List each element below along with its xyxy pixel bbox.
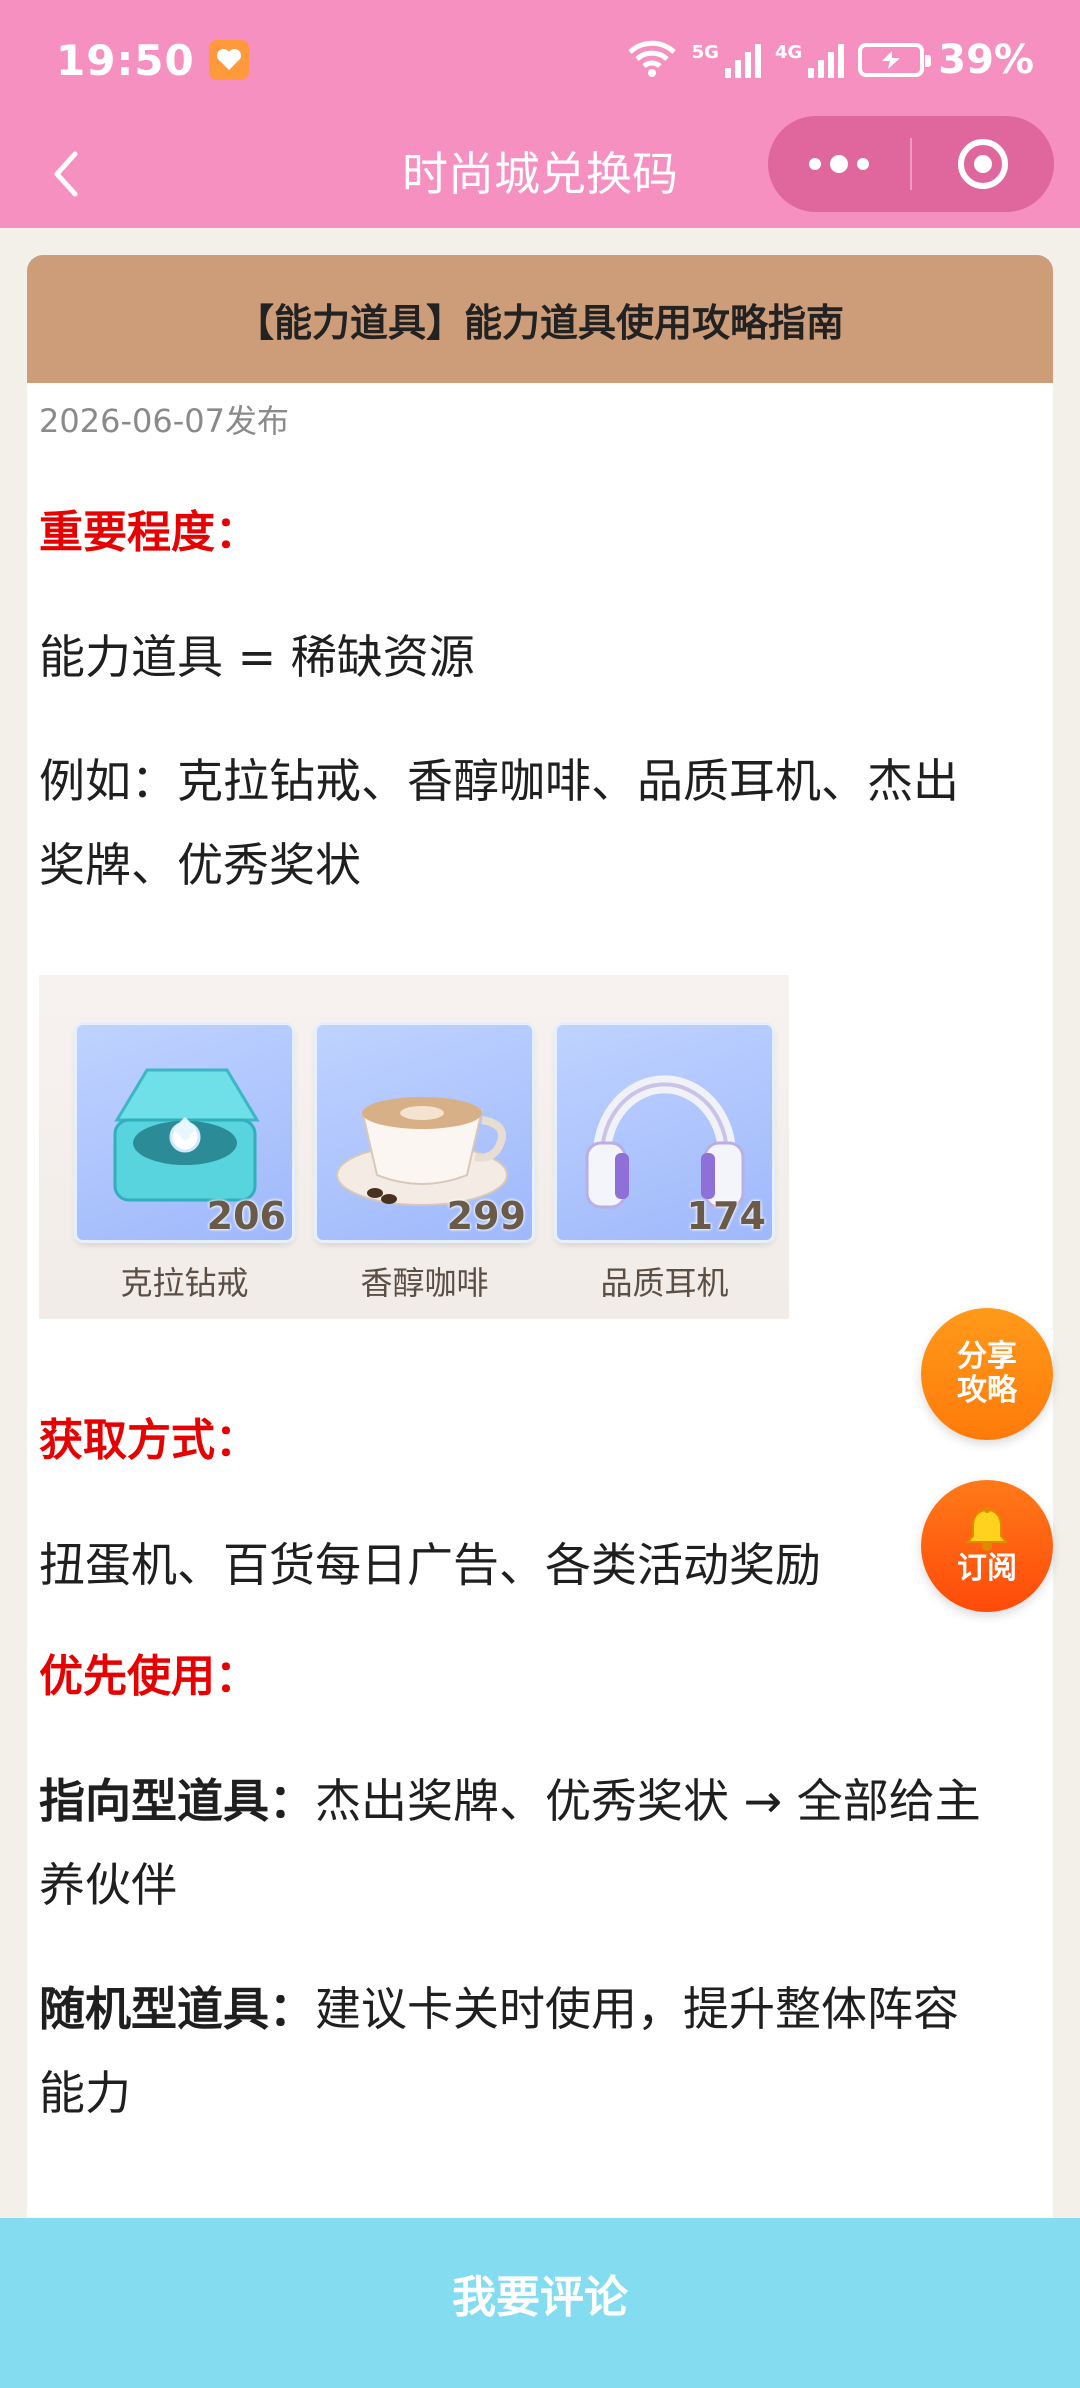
- status-bar: 19:50 5G 4G 39%: [0, 0, 1080, 120]
- section-priority-heading: 优先使用：: [39, 1651, 259, 1702]
- network-5g-label: 5G: [691, 42, 719, 63]
- directed-item-label: 指向型道具：: [39, 1774, 315, 1828]
- headphones-icon: 174: [557, 1025, 772, 1240]
- items-image: 206 克拉钻戒 299 香醇咖啡 174 品质耳机: [39, 975, 789, 1319]
- back-button[interactable]: [34, 142, 98, 206]
- signal-5g-icon: 5G: [692, 42, 761, 78]
- item-count: 299: [446, 1194, 526, 1238]
- share-guide-button[interactable]: 分享 攻略: [921, 1308, 1053, 1440]
- section-acquire-heading: 获取方式：: [39, 1415, 259, 1466]
- status-right: 5G 4G 39%: [626, 37, 1034, 83]
- item-count: 174: [686, 1194, 766, 1238]
- section-importance-heading: 重要程度：: [39, 507, 259, 558]
- subscribe-label: 订阅: [957, 1551, 1017, 1586]
- importance-line-2: 例如：克拉钻戒、香醇咖啡、品质耳机、杰出奖牌、优秀奖状: [39, 754, 959, 892]
- directed-item-paragraph: 指向型道具：杰出奖牌、优秀奖状 → 全部给主养伙伴: [39, 1759, 1041, 1927]
- subscribe-button[interactable]: 订阅: [921, 1480, 1053, 1612]
- more-button[interactable]: [768, 116, 910, 212]
- target-icon: [957, 139, 1008, 189]
- signal-4g-icon: 4G: [774, 42, 845, 78]
- item-name: 克拉钻戒: [120, 1264, 249, 1302]
- importance-line-1: 能力道具 = 稀缺资源: [39, 630, 475, 684]
- random-item-label: 随机型道具：: [39, 1982, 315, 2036]
- notification-heart-icon: [208, 40, 249, 80]
- share-label-line-1: 分享: [957, 1339, 1017, 1374]
- item-name: 品质耳机: [600, 1264, 729, 1302]
- more-dots-icon: [809, 155, 869, 173]
- random-item-paragraph: 随机型道具：建议卡关时使用，提升整体阵容能力: [39, 1967, 1041, 2135]
- wifi-icon: [626, 38, 678, 82]
- coffee-cup-icon: 299: [317, 1025, 532, 1240]
- publish-date: 2026-06-07发布: [39, 402, 289, 440]
- battery-percent: 39%: [938, 37, 1034, 83]
- article-body: 2026-06-07发布 重要程度： 能力道具 = 稀缺资源 例如：克拉钻戒、香…: [27, 383, 1053, 2135]
- item-card: 299 香醇咖啡: [317, 1025, 532, 1304]
- share-label-line-2: 攻略: [957, 1373, 1017, 1408]
- status-left: 19:50: [56, 36, 249, 85]
- mini-program-capsule: [768, 116, 1054, 212]
- close-mini-program-button[interactable]: [912, 116, 1054, 212]
- acquire-line-1: 扭蛋机、百货每日广告、各类活动奖励: [39, 1538, 821, 1592]
- comment-button[interactable]: 我要评论: [0, 2218, 1080, 2388]
- network-4g-label: 4G: [774, 42, 803, 63]
- article-card: 【能力道具】能力道具使用攻略指南 2026-06-07发布 重要程度： 能力道具…: [27, 255, 1053, 2255]
- item-count: 206: [206, 1194, 286, 1238]
- article-title: 【能力道具】能力道具使用攻略指南: [27, 255, 1053, 383]
- bell-icon: [965, 1507, 1009, 1551]
- item-card: 174 品质耳机: [557, 1025, 772, 1304]
- diamond-ring-icon: 206: [77, 1025, 292, 1240]
- item-name: 香醇咖啡: [360, 1264, 489, 1302]
- battery-icon: [858, 43, 932, 77]
- chevron-left-icon: [54, 151, 78, 197]
- item-card: 206 克拉钻戒: [77, 1025, 292, 1304]
- status-time: 19:50: [56, 35, 195, 85]
